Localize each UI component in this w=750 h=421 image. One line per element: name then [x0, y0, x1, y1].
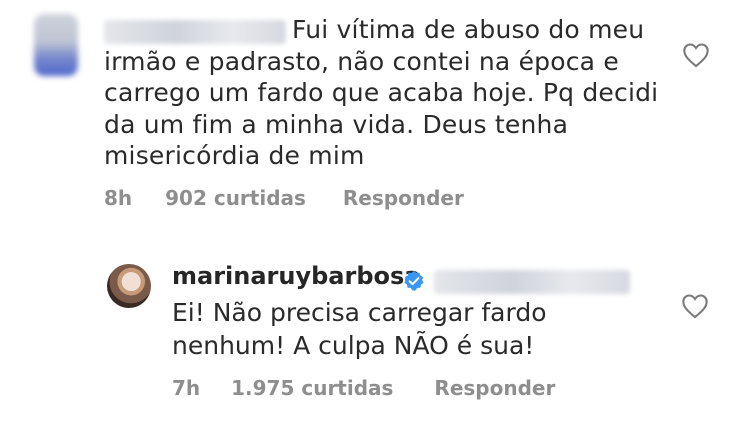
comment-text: Ei! Não precisa carregar fardo nenhum! A… [172, 298, 547, 360]
like-count[interactable]: 1.975 curtidas [231, 376, 393, 400]
reply-comment-item: marinaruybarbosa Ei! Não precisa carrega… [0, 0, 750, 421]
heart-outline-icon[interactable] [681, 293, 709, 319]
avatar[interactable] [107, 264, 151, 308]
comment-time: 7h [172, 376, 201, 400]
reply-button[interactable]: Responder [434, 376, 555, 400]
comment-meta: 7h 1.975 curtidas Responder [172, 376, 555, 400]
username[interactable]: marinaruybarbosa [172, 262, 420, 290]
blurred-mention[interactable] [434, 270, 630, 294]
verified-badge-icon [404, 270, 424, 291]
